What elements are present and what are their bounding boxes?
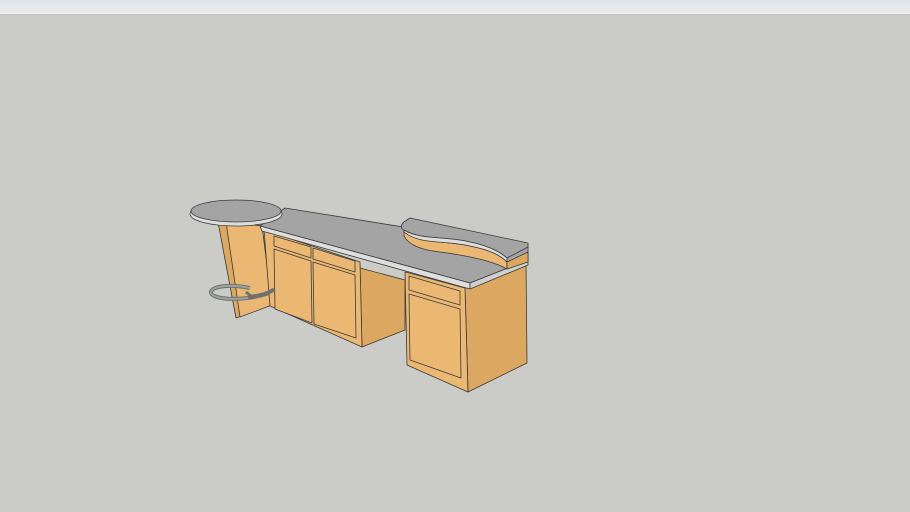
cabinet-model[interactable] [0, 0, 910, 512]
round-table-top [190, 199, 282, 223]
door-1 [273, 248, 313, 324]
left-cabinet-side [359, 267, 406, 348]
